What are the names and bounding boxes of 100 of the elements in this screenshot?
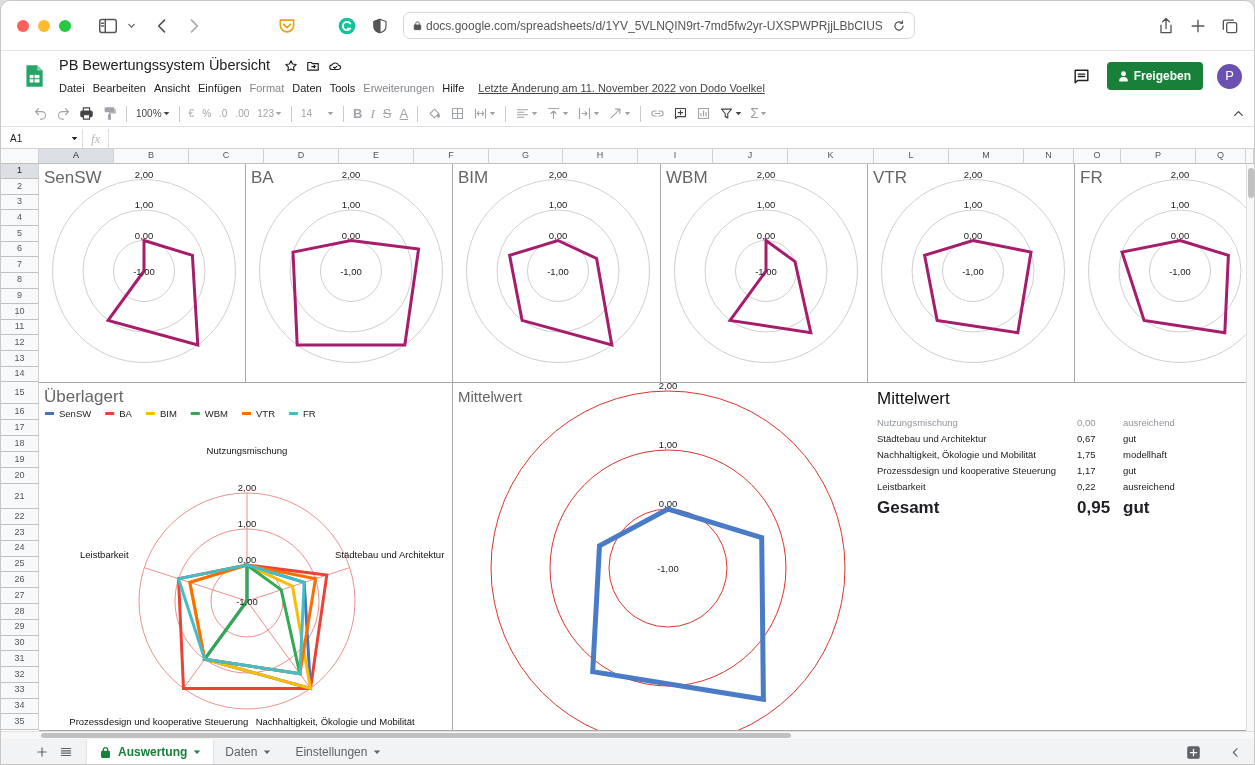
- comment-icon[interactable]: [1071, 66, 1091, 86]
- caret-icon: [489, 110, 497, 117]
- maximize-button[interactable]: [59, 19, 71, 32]
- column-header[interactable]: F: [414, 149, 489, 164]
- name-box[interactable]: A1: [1, 129, 83, 148]
- axis-tick-label: 1,00: [1170, 198, 1190, 210]
- column-header[interactable]: O: [1074, 149, 1121, 164]
- menu-item[interactable]: Ansicht: [153, 80, 190, 97]
- column-header[interactable]: K: [788, 149, 874, 164]
- column-header[interactable]: M: [949, 149, 1024, 164]
- axis-label: Prozessdesign und kooperative Steuerung: [69, 715, 249, 727]
- close-button[interactable]: [17, 19, 29, 32]
- reload-icon[interactable]: [892, 18, 906, 33]
- table-cell-text: Prozessdesign und kooperative Steuerung: [877, 463, 1058, 478]
- row-header[interactable]: 2: [1, 179, 39, 195]
- row-header[interactable]: 17: [1, 420, 39, 437]
- column-header[interactable]: E: [339, 149, 414, 164]
- sheet-tab[interactable]: Daten: [213, 738, 284, 764]
- menu-item[interactable]: Daten: [292, 80, 322, 97]
- column-header[interactable]: N: [1024, 149, 1074, 164]
- comment-icon: [673, 106, 689, 121]
- column-header[interactable]: L: [874, 149, 949, 164]
- sheet-list-icon[interactable]: [59, 745, 73, 759]
- axis-tick-label: 2,00: [658, 382, 678, 391]
- axis-tick-label: -1,00: [962, 265, 984, 277]
- column-header[interactable]: A: [39, 149, 114, 164]
- address-field[interactable]: docs.google.com/spreadsheets/d/1YV_5VLNQIN9rt-7md5fw2yr-UXSPWPRjjLBbCIUS: [403, 12, 915, 39]
- lock-icon: [412, 20, 423, 31]
- column-header[interactable]: I: [638, 149, 713, 164]
- grammar-extension-icon[interactable]: [337, 15, 357, 36]
- shield-icon[interactable]: [371, 16, 389, 35]
- row-header[interactable]: 18: [1, 436, 39, 453]
- row-header[interactable]: 35: [1, 714, 39, 731]
- column-header[interactable]: Q: [1196, 149, 1246, 164]
- undo-icon: [33, 106, 48, 121]
- row-header[interactable]: 26: [1, 572, 39, 589]
- document-title[interactable]: PB Bewertungssystem Übersicht: [59, 55, 271, 78]
- axis-tick-label: 0,00: [963, 229, 983, 240]
- row-header[interactable]: 19: [1, 452, 39, 469]
- menu-item[interactable]: Hilfe: [442, 80, 465, 97]
- total-cell-text: Gesamt: [877, 497, 941, 519]
- row-header[interactable]: 12: [1, 335, 39, 351]
- row-header[interactable]: 13: [1, 351, 39, 367]
- legend-item: SenSW: [45, 407, 92, 419]
- star-icon[interactable]: [284, 59, 299, 74]
- caret-icon: [71, 135, 78, 142]
- valign-icon: [546, 106, 562, 121]
- row-header[interactable]: 5: [1, 226, 39, 242]
- row-header[interactable]: 20: [1, 468, 39, 485]
- add-sheet-icon[interactable]: [35, 745, 49, 759]
- print-icon: [79, 106, 94, 121]
- scrollbar-thumb[interactable]: [1248, 167, 1254, 198]
- column-header[interactable]: B: [114, 149, 189, 164]
- chart-icon: [696, 106, 712, 121]
- row-header[interactable]: 21: [1, 484, 39, 510]
- table-cell-text: Leistbarkeit: [877, 479, 927, 494]
- scrollbar-track[interactable]: [1, 730, 1254, 739]
- row-header[interactable]: 31: [1, 651, 39, 668]
- minimize-button[interactable]: [38, 19, 50, 32]
- table-cell-text: Nutzungsmischung: [877, 415, 959, 430]
- avatar[interactable]: P: [1217, 63, 1242, 89]
- merge-icon: [473, 106, 489, 121]
- axis-tick-label: 0,00: [756, 229, 776, 240]
- sheet-tab[interactable]: Einstellungen: [283, 738, 394, 764]
- scrollbar-thumb[interactable]: [41, 732, 791, 738]
- row-header[interactable]: 32: [1, 667, 39, 683]
- chart-title: BIM: [458, 167, 489, 187]
- row-header[interactable]: 27: [1, 588, 39, 604]
- axis-label: Städtebau und Architektur: [335, 548, 445, 560]
- zoom-button[interactable]: 100%: [132, 102, 174, 125]
- chart-title: BA: [251, 167, 274, 187]
- caret-icon: [275, 110, 282, 117]
- column-header[interactable]: J: [713, 149, 788, 164]
- select-all-corner[interactable]: [1, 149, 39, 164]
- explore-icon[interactable]: [1186, 744, 1201, 760]
- axis-tick-label: 1,00: [548, 198, 568, 210]
- column-header[interactable]: P: [1121, 149, 1196, 164]
- column-header[interactable]: C: [189, 149, 264, 164]
- menu-item[interactable]: Tools: [329, 80, 356, 97]
- column-header[interactable]: G: [489, 149, 563, 164]
- menu-item[interactable]: Einfügen: [198, 80, 242, 97]
- sheet-tab[interactable]: Auswertung: [87, 738, 214, 764]
- axis-tick-label: 0,00: [341, 229, 361, 240]
- row-header[interactable]: 22: [1, 509, 39, 526]
- column-header[interactable]: D: [264, 149, 339, 164]
- menu-item[interactable]: Bearbeiten: [92, 80, 146, 97]
- move-folder-icon[interactable]: [306, 59, 321, 74]
- row-header[interactable]: 15: [1, 382, 39, 405]
- column-header[interactable]: H: [563, 149, 638, 164]
- row-header[interactable]: 16: [1, 404, 39, 421]
- last-edit-link[interactable]: Letzte Änderung am 11. November 2022 von Dodo Voelkel: [478, 80, 765, 97]
- menu-item[interactable]: Datei: [59, 80, 85, 97]
- share-button[interactable]: Freigeben: [1106, 62, 1203, 90]
- row-header[interactable]: 23: [1, 525, 39, 541]
- row-header[interactable]: 10: [1, 304, 39, 320]
- legend-item: BA: [105, 407, 132, 419]
- row-header[interactable]: 7: [1, 257, 39, 273]
- legend-item: FR: [289, 407, 316, 419]
- row-header[interactable]: 4: [1, 210, 39, 226]
- axis-tick-label: -1,00: [547, 265, 569, 277]
